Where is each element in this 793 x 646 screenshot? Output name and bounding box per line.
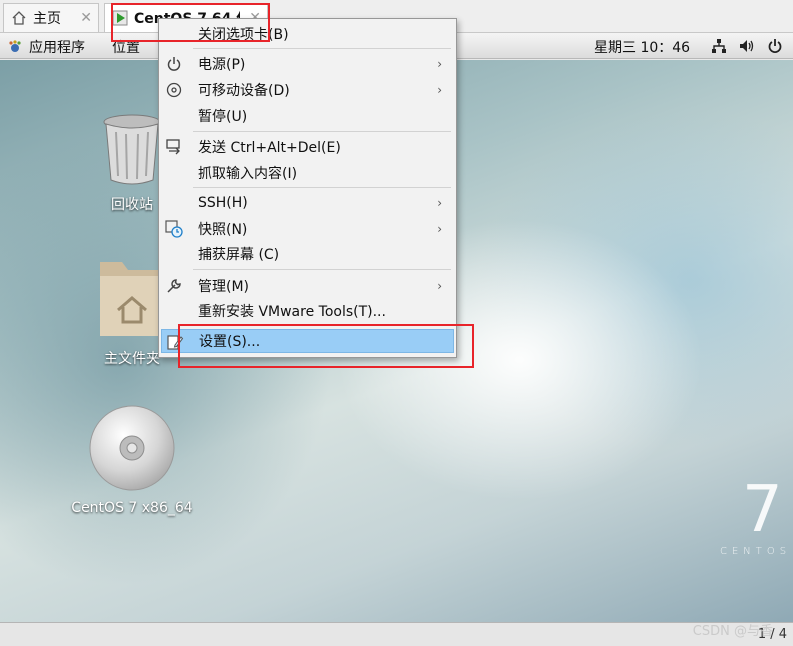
power-icon[interactable] bbox=[767, 38, 783, 54]
send-keys-icon bbox=[165, 138, 183, 156]
submenu-arrow-icon: › bbox=[437, 279, 442, 293]
menu-item-grab-input[interactable]: 抓取输入内容(I) bbox=[161, 161, 454, 185]
menu-item-removable-devices[interactable]: 可移动设备(D) › bbox=[161, 78, 454, 102]
snapshot-icon bbox=[165, 220, 183, 238]
menu-item-label: 暂停(U) bbox=[198, 109, 248, 125]
places-menu[interactable]: 位置 bbox=[112, 37, 140, 57]
wrench-icon bbox=[165, 277, 183, 295]
menu-separator bbox=[193, 269, 451, 270]
desktop-icon-label: CentOS 7 x86_64 bbox=[71, 500, 193, 516]
settings-icon bbox=[166, 333, 184, 351]
centos-logo-word: CENTOS bbox=[720, 546, 792, 557]
centos-logo: 7 CENTOS bbox=[720, 478, 791, 557]
gnome-foot-icon bbox=[9, 40, 21, 52]
menu-item-label: 设置(S)... bbox=[199, 334, 261, 350]
submenu-arrow-icon: › bbox=[437, 57, 442, 71]
vm-play-icon bbox=[111, 9, 129, 27]
menu-item-label: 快照(N) bbox=[198, 222, 248, 238]
cd-icon bbox=[89, 405, 175, 491]
menu-item-capture-screen[interactable]: 捕获屏幕 (C) bbox=[161, 242, 454, 266]
menu-item-settings[interactable]: 设置(S)... bbox=[161, 329, 454, 353]
network-icon[interactable] bbox=[711, 38, 727, 54]
menu-separator bbox=[193, 187, 451, 188]
applications-label: 应用程序 bbox=[29, 40, 85, 56]
close-icon[interactable]: ✕ bbox=[80, 10, 92, 26]
menu-item-snapshot[interactable]: 快照(N) › bbox=[161, 217, 454, 241]
power-icon bbox=[165, 55, 183, 73]
submenu-arrow-icon: › bbox=[437, 222, 442, 236]
menu-item-label: SSH(H) bbox=[198, 195, 248, 211]
menu-item-manage[interactable]: 管理(M) › bbox=[161, 274, 454, 298]
menu-item-label: 抓取输入内容(I) bbox=[198, 166, 298, 182]
menu-separator bbox=[193, 131, 451, 132]
status-bar: 1 / 4 bbox=[0, 622, 793, 646]
home-icon bbox=[10, 9, 28, 27]
csdn-watermark: CSDN @与香 bbox=[692, 624, 773, 639]
menu-item-pause[interactable]: 暂停(U) bbox=[161, 104, 454, 128]
menu-item-label: 发送 Ctrl+Alt+Del(E) bbox=[198, 140, 341, 156]
menu-item-label: 关闭选项卡(B) bbox=[198, 27, 289, 43]
menu-item-label: 重新安装 VMware Tools(T)... bbox=[198, 304, 386, 320]
menu-item-ssh[interactable]: SSH(H) › bbox=[161, 191, 454, 215]
vm-tab-context-menu: 关闭选项卡(B) 电源(P) › 可移动设备(D) › 暂停(U) 发送 Ctr… bbox=[158, 18, 457, 358]
menu-item-label: 可移动设备(D) bbox=[198, 83, 290, 99]
menu-item-power[interactable]: 电源(P) › bbox=[161, 52, 454, 76]
applications-menu[interactable]: 应用程序 bbox=[8, 37, 85, 57]
tab-home[interactable]: 主页 ✕ bbox=[3, 3, 99, 32]
submenu-arrow-icon: › bbox=[437, 83, 442, 97]
desktop-icon-cd[interactable]: CentOS 7 x86_64 bbox=[70, 404, 194, 516]
submenu-arrow-icon: › bbox=[437, 196, 442, 210]
volume-icon[interactable] bbox=[739, 38, 755, 54]
centos-logo-number: 7 bbox=[742, 473, 783, 547]
trash-icon bbox=[103, 114, 161, 185]
clock[interactable]: 星期三 10：46 bbox=[594, 37, 690, 57]
tab-home-label: 主页 bbox=[33, 11, 61, 27]
menu-item-reinstall-vmware-tools[interactable]: 重新安装 VMware Tools(T)... bbox=[161, 299, 454, 323]
menu-item-label: 捕获屏幕 (C) bbox=[198, 247, 280, 263]
menu-separator bbox=[193, 48, 451, 49]
menu-item-close-tab[interactable]: 关闭选项卡(B) bbox=[161, 22, 454, 46]
menu-separator bbox=[193, 325, 451, 326]
menu-item-label: 电源(P) bbox=[198, 57, 246, 73]
menu-item-label: 管理(M) bbox=[198, 279, 250, 295]
removable-device-icon bbox=[165, 81, 183, 99]
menu-item-send-ctrl-alt-del[interactable]: 发送 Ctrl+Alt+Del(E) bbox=[161, 135, 454, 159]
